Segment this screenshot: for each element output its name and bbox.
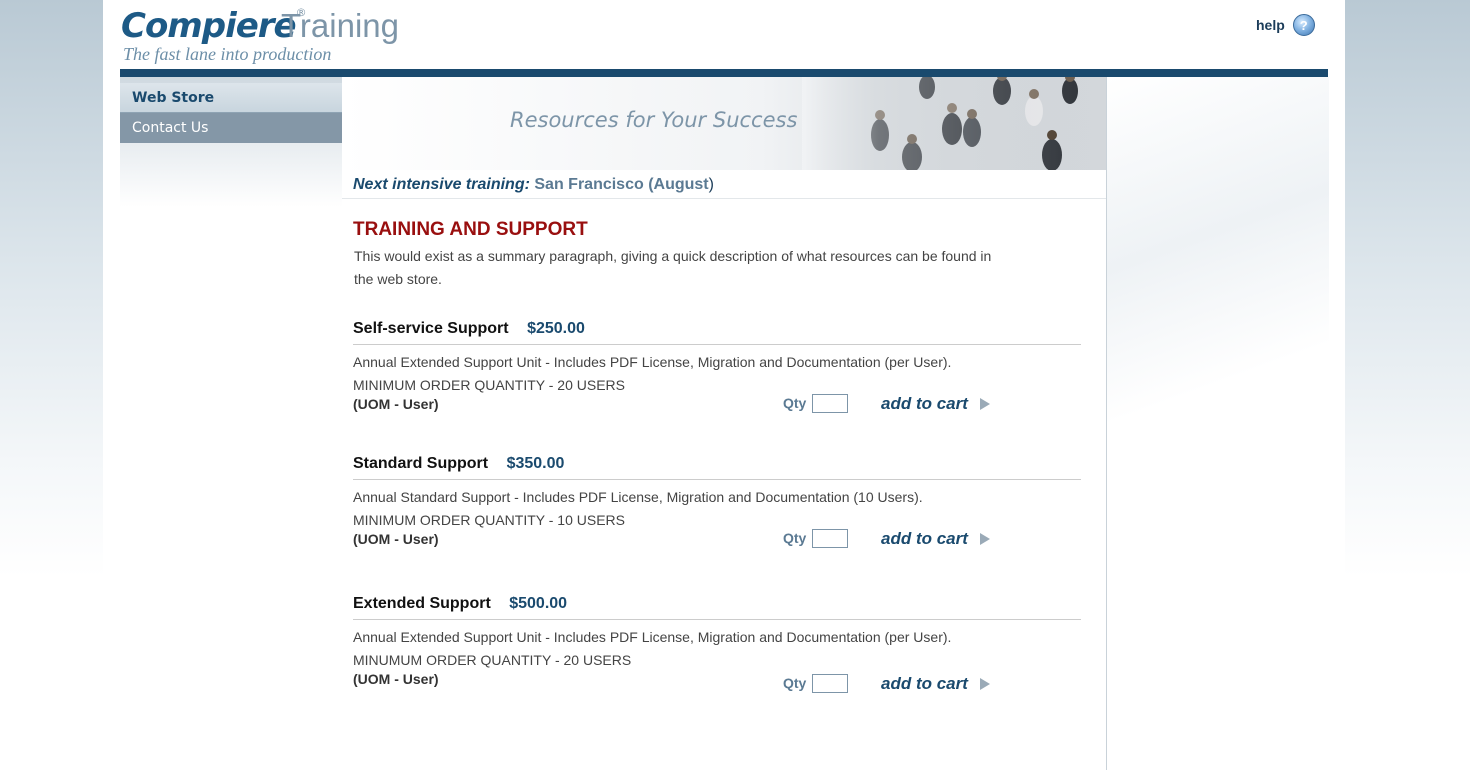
qty-label: Qty [783,675,807,691]
product-item: Self-service Support $250.00 Annual Exte… [353,320,1081,413]
add-to-cart-label: add to cart [881,674,968,693]
logo-brand-name: Compiere [121,6,297,46]
quantity-input[interactable] [812,529,848,548]
product-price: $250.00 [527,320,585,337]
header-bar [120,69,1328,77]
question-icon[interactable]: ? [1292,14,1315,36]
section-summary: This would exist as a summary paragraph,… [354,248,992,287]
product-price: $350.00 [506,455,565,472]
add-to-cart-button[interactable]: add to cart [881,529,990,549]
product-title: Self-service Support [353,320,509,337]
sidebar-item-contact-us[interactable]: Contact Us [120,113,342,143]
product-divider [353,479,1081,480]
product-item: Extended Support $500.00 Annual Extended… [353,595,1081,693]
divider [342,198,1106,199]
product-divider [353,619,1081,620]
banner-photo [802,77,1106,170]
next-training-close: ) [708,176,714,193]
arrow-right-icon [979,678,990,690]
product-item: Standard Support $350.00 Annual Standard… [353,455,1081,548]
product-description-line: Annual Standard Support - Includes PDF L… [353,489,923,505]
product-divider [353,344,1081,345]
product-title: Extended Support [353,595,491,612]
help-link[interactable]: help ? [1256,14,1315,36]
add-to-cart-button[interactable]: add to cart [881,674,990,694]
product-description-line: Annual Extended Support Unit - Includes … [353,629,952,645]
banner-text: Resources for Your Success [510,108,798,132]
qty-label: Qty [783,530,807,546]
sidebar-item-web-store[interactable]: Web Store [120,83,342,113]
product-description: Annual Standard Support - Includes PDF L… [353,486,923,532]
section-title: TRAINING AND SUPPORT [353,219,588,240]
quantity-input[interactable] [812,394,848,413]
product-minimum-quantity: MINUMUM ORDER QUANTITY - 20 USERS [353,652,632,668]
logo-product-name: Training [281,7,399,44]
compiere-logo[interactable]: Compiere® [121,6,307,46]
add-to-cart-label: add to cart [881,529,968,548]
product-uom: (UOM - User) [353,531,439,547]
page-container: Compiere® Training The fast lane into pr… [103,0,1345,770]
product-description: Annual Extended Support Unit - Includes … [353,351,951,397]
product-title: Standard Support [353,455,489,472]
right-panel [1106,77,1329,770]
product-uom: (UOM - User) [353,671,439,687]
next-training-city[interactable]: San Francisco (August [534,176,708,193]
arrow-right-icon [979,398,990,410]
product-uom: (UOM - User) [353,396,439,412]
product-description: Annual Extended Support Unit - Includes … [353,626,951,672]
tagline: The fast lane into production [123,44,332,64]
qty-label: Qty [783,395,807,411]
add-to-cart-label: add to cart [881,394,968,413]
add-to-cart-button[interactable]: add to cart [881,394,990,414]
quantity-input[interactable] [812,674,848,693]
product-price: $500.00 [509,595,568,612]
product-description-line: Annual Extended Support Unit - Includes … [353,354,952,370]
arrow-right-icon [979,533,990,545]
help-label: help [1256,17,1285,33]
next-training-notice: Next intensive training: San Francisco (… [353,176,714,194]
next-training-label: Next intensive training: [353,176,530,193]
product-minimum-quantity: MINIMUM ORDER QUANTITY - 20 USERS [353,377,625,393]
banner: Resources for Your Success [342,77,1106,170]
